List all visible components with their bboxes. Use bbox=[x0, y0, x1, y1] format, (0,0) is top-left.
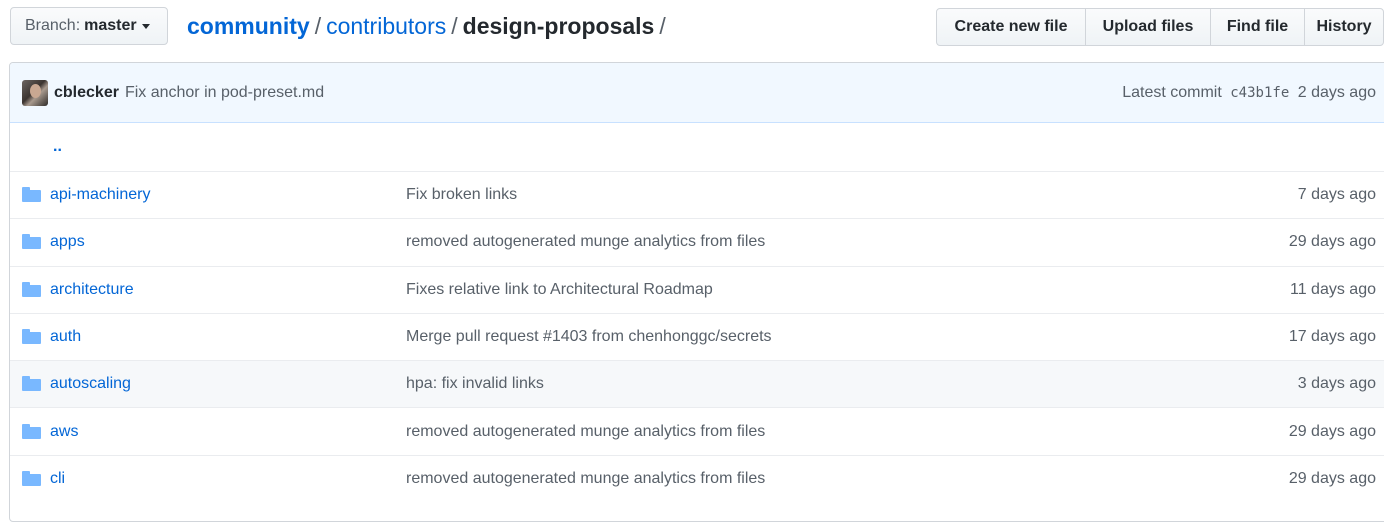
table-row: architecture Fixes relative link to Archi… bbox=[10, 265, 1384, 313]
commit-message-link[interactable]: removed autogenerated munge analytics fr… bbox=[406, 423, 765, 441]
breadcrumb: community / contributors / design-proposals / bbox=[187, 13, 671, 40]
file-actions-group: Create new file Upload files Find file Hist… bbox=[936, 8, 1384, 46]
commit-age: 29 days ago bbox=[1288, 422, 1376, 440]
table-row: aws removed autogenerated munge analytics… bbox=[10, 407, 1384, 454]
avatar[interactable] bbox=[22, 79, 48, 106]
commit-age: 29 days ago bbox=[1288, 233, 1376, 251]
latest-commit-label: Latest commit bbox=[1122, 83, 1222, 101]
folder-icon bbox=[22, 281, 41, 297]
folder-icon bbox=[22, 234, 41, 250]
upload-files-button[interactable]: Upload files bbox=[1085, 8, 1211, 46]
history-button[interactable]: History bbox=[1304, 8, 1384, 46]
table-row: apps removed autogenerated munge analytic… bbox=[10, 218, 1384, 265]
commit-message-link[interactable]: hpa: fix invalid links bbox=[406, 375, 544, 393]
find-file-button[interactable]: Find file bbox=[1210, 8, 1305, 46]
branch-select-button[interactable]: Branch: master bbox=[10, 7, 168, 45]
table-row: cli removed autogenerated munge analytics… bbox=[10, 454, 1384, 502]
file-name-link[interactable]: apps bbox=[50, 233, 85, 251]
commit-age: 2 days ago bbox=[1297, 83, 1376, 101]
folder-icon bbox=[22, 423, 41, 439]
branch-name: master bbox=[84, 17, 137, 34]
breadcrumb-separator: / bbox=[659, 13, 666, 39]
commit-age: 17 days ago bbox=[1288, 328, 1376, 346]
file-list: .. api-machinery Fix broken links 7 days a… bbox=[10, 123, 1384, 502]
commit-message-link[interactable]: Fixes relative link to Architectural Roa… bbox=[406, 281, 713, 299]
commit-age: 3 days ago bbox=[1297, 375, 1376, 393]
latest-commit-info: Latest commit c43b1fe 2 days ago bbox=[1122, 84, 1376, 102]
parent-dir-row: .. bbox=[10, 123, 1384, 171]
commit-author[interactable]: cblecker bbox=[54, 84, 119, 102]
commit-age: 7 days ago bbox=[1297, 186, 1376, 204]
folder-icon bbox=[22, 376, 41, 392]
commit-message-link[interactable]: Fix broken links bbox=[406, 186, 517, 204]
file-name-link[interactable]: auth bbox=[50, 328, 81, 346]
commit-age: 29 days ago bbox=[1288, 469, 1376, 487]
commit-message-link[interactable]: removed autogenerated munge analytics fr… bbox=[406, 233, 765, 251]
create-new-file-button[interactable]: Create new file bbox=[936, 8, 1086, 46]
breadcrumb-repo-link[interactable]: community bbox=[187, 13, 310, 39]
breadcrumb-dir-link[interactable]: contributors bbox=[326, 13, 446, 39]
folder-icon bbox=[22, 187, 41, 203]
parent-dir-link[interactable]: .. bbox=[53, 138, 62, 156]
breadcrumb-current: design-proposals bbox=[462, 13, 655, 39]
commit-message-link[interactable]: Merge pull request #1403 from chenhonggc… bbox=[406, 328, 772, 346]
caret-down-icon bbox=[141, 23, 150, 29]
commit-sha-link[interactable]: c43b1fe bbox=[1230, 85, 1289, 101]
commit-message[interactable]: Fix anchor in pod-preset.md bbox=[125, 84, 324, 102]
file-name-link[interactable]: architecture bbox=[50, 281, 134, 299]
branch-label: Branch: bbox=[25, 17, 81, 34]
file-name-link[interactable]: aws bbox=[50, 423, 78, 441]
table-row: api-machinery Fix broken links 7 days ago bbox=[10, 171, 1384, 218]
breadcrumb-separator: / bbox=[451, 13, 458, 39]
file-table: cblecker Fix anchor in pod-preset.md Lat… bbox=[9, 62, 1384, 522]
commit-message-link[interactable]: removed autogenerated munge analytics fr… bbox=[406, 470, 765, 488]
file-name-link[interactable]: autoscaling bbox=[50, 375, 131, 393]
table-row: autoscaling hpa: fix invalid links 3 days … bbox=[10, 360, 1384, 408]
breadcrumb-separator: / bbox=[314, 13, 322, 39]
latest-commit-bar: cblecker Fix anchor in pod-preset.md Lat… bbox=[10, 63, 1384, 123]
file-name-link[interactable]: cli bbox=[50, 470, 65, 488]
folder-icon bbox=[22, 329, 41, 345]
commit-age: 11 days ago bbox=[1290, 280, 1376, 298]
folder-icon bbox=[22, 470, 41, 486]
file-name-link[interactable]: api-machinery bbox=[50, 186, 150, 204]
table-row: auth Merge pull request #1403 from chenho… bbox=[10, 312, 1384, 360]
file-navigation: Branch: master community / contributors / de… bbox=[0, 0, 1384, 56]
